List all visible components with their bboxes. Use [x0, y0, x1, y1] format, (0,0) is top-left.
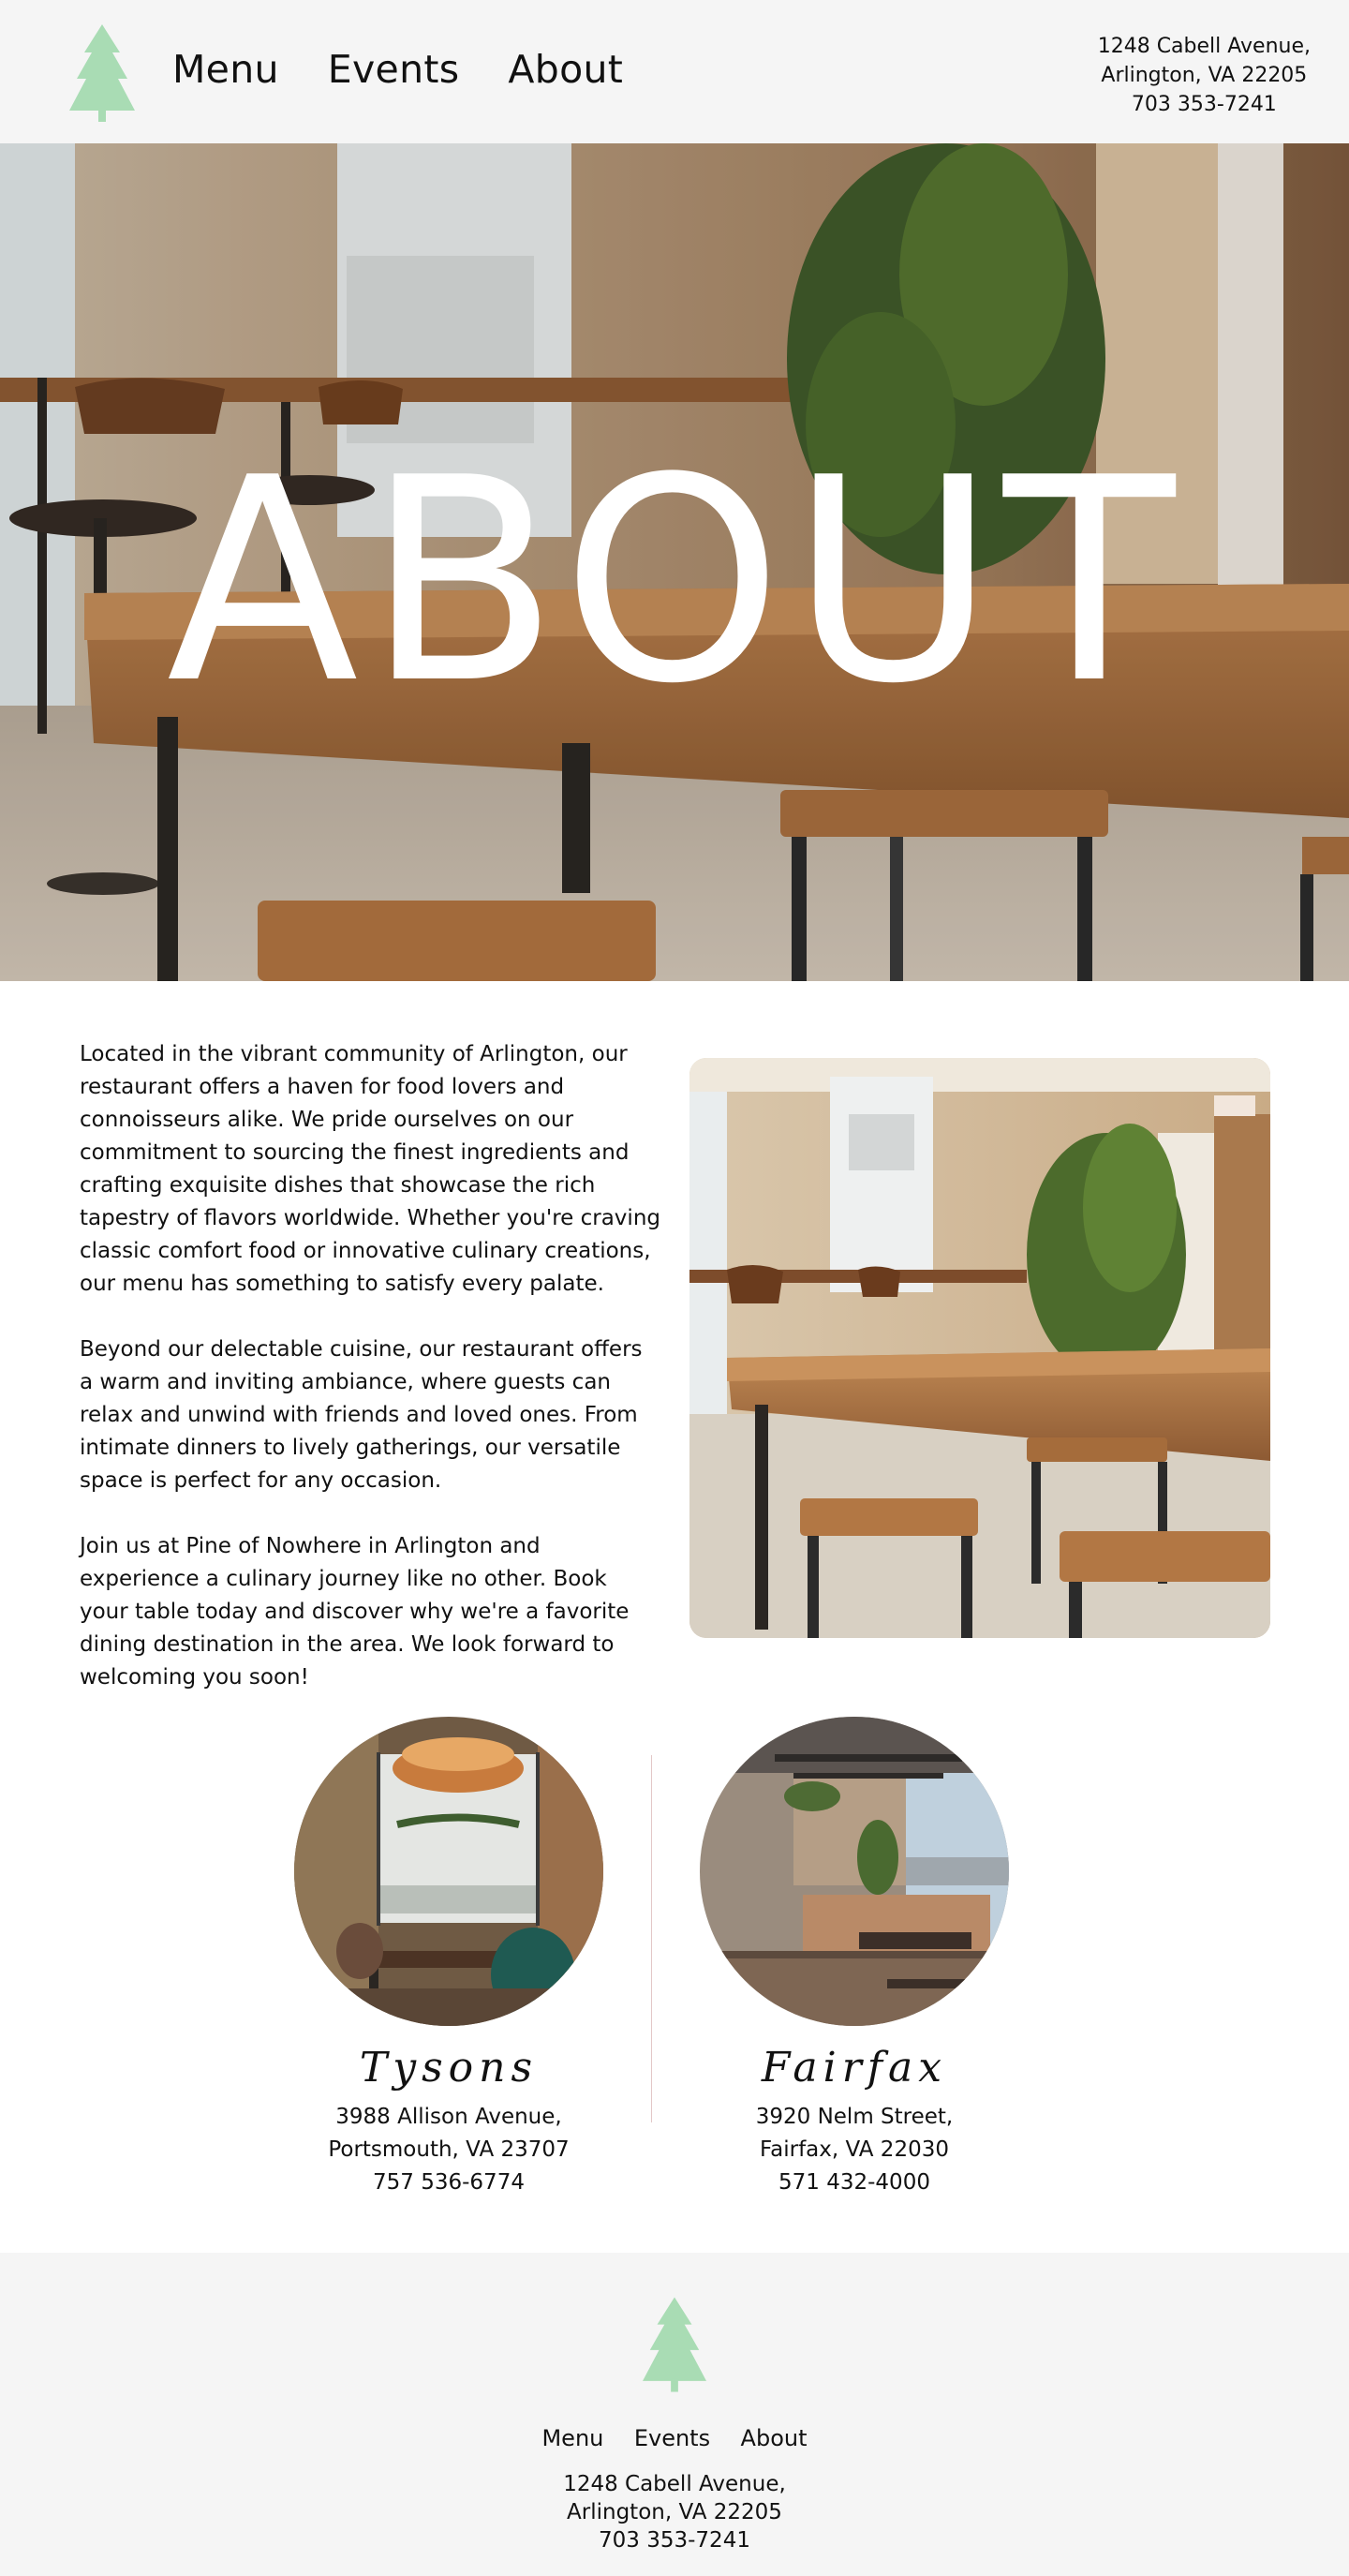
location-address: 3988 Allison Avenue, Portsmouth, VA 2370… [294, 2101, 603, 2199]
footer-address-line1: 1248 Cabell Avenue, [563, 2472, 786, 2496]
dining-room-photo [689, 1058, 1270, 1638]
main-nav: Menu Events About [172, 47, 672, 92]
footer-phone[interactable]: 703 353-7241 [0, 2526, 1349, 2554]
location-phone[interactable]: 757 536-6774 [294, 2167, 603, 2199]
footer-events-link[interactable]: Events [634, 2425, 710, 2451]
nav-events-link[interactable]: Events [328, 47, 460, 92]
location-address-line1: 3920 Nelm Street, [755, 2105, 954, 2129]
location-name: Tysons [359, 2044, 539, 2092]
about-text: Located in the vibrant community of Arli… [80, 1038, 660, 1727]
location-address-line2: Fairfax, VA 22030 [760, 2137, 949, 2162]
nav-about-link[interactable]: About [508, 47, 623, 92]
locations-divider [651, 1755, 652, 2122]
footer-menu-link[interactable]: Menu [541, 2425, 603, 2451]
tysons-photo [294, 1717, 603, 2026]
location-address-line2: Portsmouth, VA 23707 [328, 2137, 570, 2162]
nav-menu-link[interactable]: Menu [172, 47, 279, 92]
footer-about-link[interactable]: About [741, 2425, 808, 2451]
site-header: Menu Events About 1248 Cabell Avenue, Ar… [0, 0, 1349, 143]
pine-tree-icon[interactable] [69, 24, 135, 122]
location-card-tysons: Tysons 3988 Allison Avenue, Portsmouth, … [294, 1717, 603, 2199]
hero-banner: ABOUT [0, 143, 1349, 981]
location-phone[interactable]: 571 432-4000 [700, 2167, 1009, 2199]
about-paragraph-2: Beyond our delectable cuisine, our resta… [80, 1337, 643, 1493]
header-address-line2: Arlington, VA 22205 [1101, 64, 1308, 87]
hero-title: ABOUT [166, 418, 1183, 745]
footer-contact: 1248 Cabell Avenue, Arlington, VA 22205 … [0, 2470, 1349, 2554]
location-card-fairfax: Fairfax 3920 Nelm Street, Fairfax, VA 22… [700, 1717, 1009, 2199]
pine-tree-icon[interactable] [643, 2296, 706, 2393]
footer-nav: Menu Events About [0, 2425, 1349, 2451]
header-contact: 1248 Cabell Avenue, Arlington, VA 22205 … [1098, 32, 1311, 119]
about-paragraph-1: Located in the vibrant community of Arli… [80, 1042, 660, 1296]
footer-address-line2: Arlington, VA 22205 [567, 2500, 782, 2524]
header-address-line1: 1248 Cabell Avenue, [1097, 35, 1311, 58]
location-address: 3920 Nelm Street, Fairfax, VA 22030 571 … [700, 2101, 1009, 2199]
fairfax-photo [700, 1717, 1009, 2026]
location-name: Fairfax [761, 2044, 948, 2092]
header-phone[interactable]: 703 353-7241 [1098, 90, 1311, 119]
location-address-line1: 3988 Allison Avenue, [335, 2105, 562, 2129]
about-paragraph-3: Join us at Pine of Nowhere in Arlington … [80, 1534, 630, 1690]
site-footer: Menu Events About 1248 Cabell Avenue, Ar… [0, 2253, 1349, 2576]
